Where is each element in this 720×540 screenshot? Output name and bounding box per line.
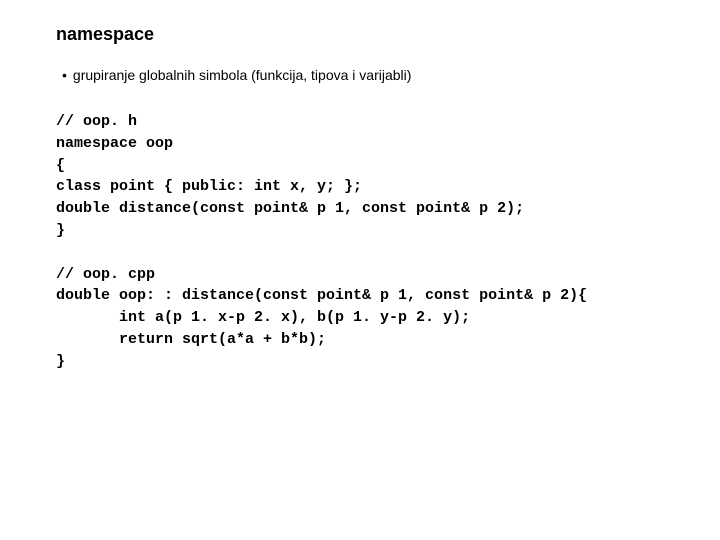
bullet-item: • grupiranje globalnih simbola (funkcija…: [62, 67, 680, 83]
slide-page: namespace • grupiranje globalnih simbola…: [0, 0, 720, 418]
page-title: namespace: [56, 24, 680, 45]
code-block-header-file: // oop. h namespace oop { class point { …: [56, 111, 680, 242]
code-block-source-file: // oop. cpp double oop: : distance(const…: [56, 264, 680, 373]
bullet-marker: •: [62, 67, 67, 83]
bullet-text: grupiranje globalnih simbola (funkcija, …: [73, 67, 412, 83]
